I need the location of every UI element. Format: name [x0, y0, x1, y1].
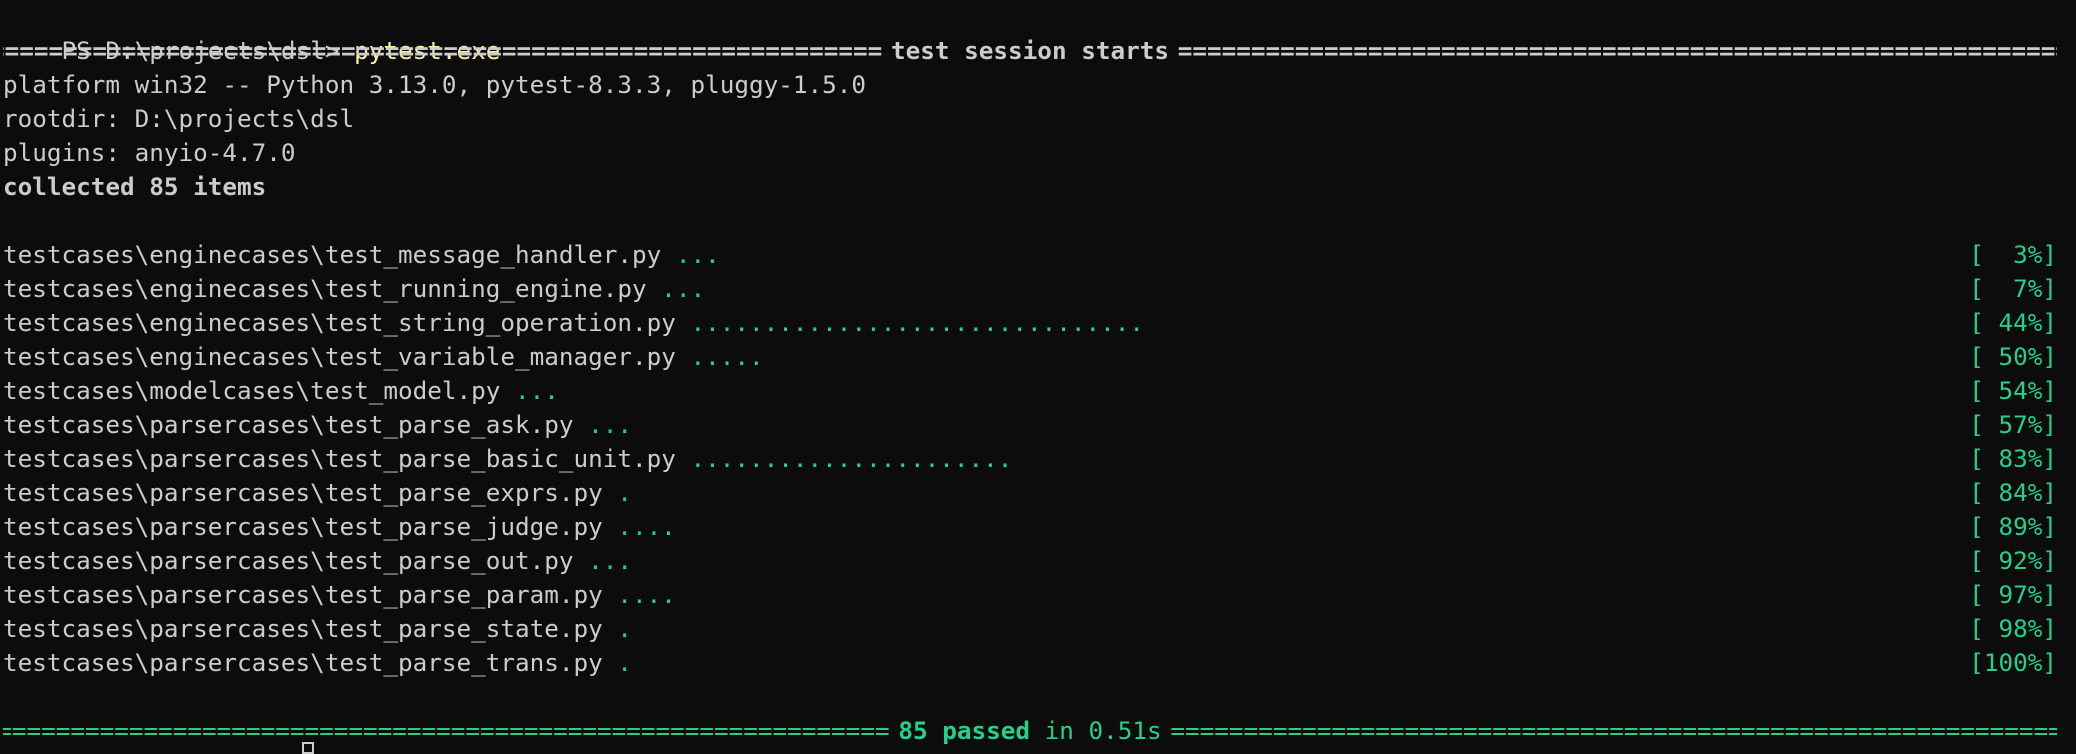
test-row: testcases\parsercases\test_parse_judge.p… [3, 510, 2069, 544]
test-percent: [100%] [1969, 648, 2057, 677]
test-dots: . [617, 478, 633, 507]
test-file: testcases\parsercases\test_parse_trans.p… [3, 648, 603, 677]
test-file: testcases\parsercases\test_parse_basic_u… [3, 444, 676, 473]
test-percent: [ 83%] [1969, 444, 2057, 473]
test-row: testcases\enginecases\test_variable_mana… [3, 340, 2069, 374]
test-percent: [ 44%] [1969, 308, 2057, 337]
test-dots: . [617, 648, 633, 677]
test-file: testcases\parsercases\test_parse_exprs.p… [3, 478, 603, 507]
separator-right [1170, 714, 2057, 748]
test-file: testcases\modelcases\test_model.py [3, 376, 501, 405]
test-dots: . [617, 614, 633, 643]
test-dots: ..... [690, 342, 764, 371]
separator-left [3, 714, 890, 748]
test-percent: [ 50%] [1969, 342, 2057, 371]
test-dots: .... [617, 512, 676, 541]
test-percent: [ 54%] [1969, 376, 2057, 405]
test-dots: ...................... [690, 444, 1013, 473]
test-dots: ... [515, 376, 559, 405]
session-header-title: test session starts [891, 36, 1169, 65]
test-dots: ... [588, 410, 633, 439]
test-percent: [ 3%] [1969, 240, 2057, 269]
duration: in 0.51s [1030, 716, 1162, 745]
rootdir-line: rootdir: D:\projects\dsl [3, 104, 355, 133]
test-row: testcases\modelcases\test_model.py ... [ … [3, 374, 2069, 408]
separator-right [1178, 34, 2057, 68]
text-cursor [302, 742, 314, 754]
test-row: testcases\parsercases\test_parse_basic_u… [3, 442, 2069, 476]
test-row: testcases\parsercases\test_parse_exprs.p… [3, 476, 2069, 510]
test-file: testcases\enginecases\test_running_engin… [3, 274, 647, 303]
passed-count: 85 passed [898, 716, 1030, 745]
test-row: testcases\parsercases\test_parse_out.py … [3, 544, 2069, 578]
test-row: testcases\enginecases\test_message_handl… [3, 238, 2069, 272]
test-file: testcases\parsercases\test_parse_state.p… [3, 614, 603, 643]
test-row: testcases\enginecases\test_string_operat… [3, 306, 2069, 340]
test-percent: [ 89%] [1969, 512, 2057, 541]
plugins-line: plugins: anyio-4.7.0 [3, 138, 296, 167]
test-percent: [ 97%] [1969, 580, 2057, 609]
test-percent: [ 57%] [1969, 410, 2057, 439]
test-percent: [ 98%] [1969, 614, 2057, 643]
test-row: testcases\enginecases\test_running_engin… [3, 272, 2069, 306]
test-dots: ... [588, 546, 633, 575]
test-file: testcases\enginecases\test_message_handl… [3, 240, 662, 269]
test-file: testcases\parsercases\test_parse_param.p… [3, 580, 603, 609]
test-dots: ... [661, 274, 706, 303]
platform-line: platform win32 -- Python 3.13.0, pytest-… [3, 70, 867, 99]
test-dots: ............................... [690, 308, 1144, 337]
test-row: testcases\parsercases\test_parse_ask.py … [3, 408, 2069, 442]
test-row: testcases\parsercases\test_parse_trans.p… [3, 646, 2069, 680]
test-file: testcases\parsercases\test_parse_out.py [3, 546, 574, 575]
test-percent: [ 7%] [1969, 274, 2057, 303]
prompt-line: PS D:\projects\dsl> pytest.exe [3, 0, 2069, 65]
separator-left [3, 34, 882, 68]
test-file: testcases\enginecases\test_variable_mana… [3, 342, 676, 371]
test-file: testcases\parsercases\test_parse_judge.p… [3, 512, 603, 541]
test-dots: .... [617, 580, 676, 609]
test-row: testcases\parsercases\test_parse_state.p… [3, 612, 2069, 646]
test-file: testcases\parsercases\test_parse_ask.py [3, 410, 574, 439]
test-row: testcases\parsercases\test_parse_param.p… [3, 578, 2069, 612]
session-header-separator: test session starts [3, 34, 2057, 68]
test-file: testcases\enginecases\test_string_operat… [3, 308, 676, 337]
test-percent: [ 92%] [1969, 546, 2057, 575]
test-dots: ... [675, 240, 720, 269]
collected-line: collected 85 items [3, 172, 267, 201]
terminal-window[interactable]: PS D:\projects\dsl> pytest.exe test sess… [3, 0, 2069, 747]
summary-text: 85 passed in 0.51s [890, 714, 1171, 748]
test-percent: [ 84%] [1969, 478, 2057, 507]
